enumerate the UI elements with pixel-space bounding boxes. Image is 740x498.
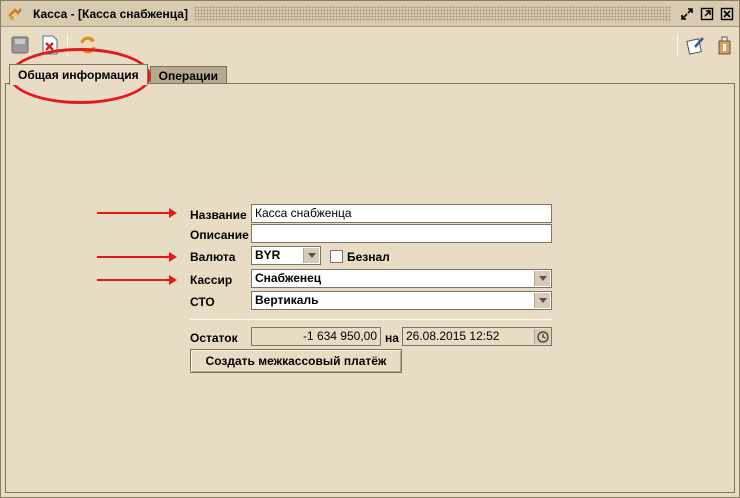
description-input[interactable] (251, 224, 552, 243)
cashless-label: Безнал (347, 250, 390, 264)
window-title: Касса - [Касса снабженца] (29, 4, 192, 23)
toolbar-separator (67, 34, 68, 56)
annotation-arrow (97, 208, 177, 218)
delete-document-icon[interactable] (39, 34, 61, 56)
cashless-checkbox[interactable] (330, 250, 343, 263)
tab-bar: Общая информация Операции (9, 64, 228, 85)
cashier-label: Кассир (190, 273, 233, 287)
sto-value: Вертикаль (255, 293, 319, 307)
main-window: Касса - [Касса снабженца] Общая информац… (0, 0, 740, 498)
cashier-select[interactable]: Снабженец (251, 269, 552, 288)
info-icon[interactable] (713, 34, 735, 56)
close-icon[interactable] (719, 6, 735, 22)
tab-operations[interactable]: Операции (149, 66, 228, 84)
balance-label: Остаток (190, 331, 238, 345)
refresh-icon[interactable] (77, 34, 99, 56)
section-divider (190, 319, 552, 320)
title-bar: Касса - [Касса снабженца] (1, 1, 739, 27)
description-label: Описание (190, 228, 249, 242)
title-bar-grip (193, 5, 671, 22)
dropdown-arrow-icon[interactable] (534, 271, 550, 286)
currency-label: Валюта (190, 250, 236, 264)
currency-value: BYR (255, 248, 281, 262)
save-icon[interactable] (9, 34, 31, 56)
edit-notes-icon[interactable] (685, 34, 707, 56)
sto-select[interactable]: Вертикаль (251, 291, 552, 310)
toolbar (1, 28, 739, 62)
dropdown-arrow-icon[interactable] (303, 248, 319, 263)
toolbar-separator (677, 34, 678, 56)
tab-panel-general (5, 83, 735, 493)
calendar-clock-icon[interactable] (534, 329, 550, 344)
balance-value: -1 634 950,00 (251, 327, 381, 346)
annotation-arrow (97, 275, 177, 285)
date-value: 26.08.2015 12:52 (406, 329, 500, 343)
date-field[interactable]: 26.08.2015 12:52 (402, 327, 552, 346)
currency-select[interactable]: BYR (251, 246, 321, 265)
maximize-icon[interactable] (699, 6, 715, 22)
cashier-value: Снабженец (255, 271, 322, 285)
name-label: Название (190, 208, 247, 222)
dropdown-arrow-icon[interactable] (534, 293, 550, 308)
on-label: на (385, 331, 399, 345)
name-input[interactable]: Касса снабженца (251, 204, 552, 223)
app-icon (7, 6, 23, 22)
annotation-arrow (97, 252, 177, 262)
sto-label: СТО (190, 295, 215, 309)
tab-general-info[interactable]: Общая информация (9, 64, 148, 85)
restore-icon[interactable] (679, 6, 695, 22)
create-payment-button[interactable]: Создать межкассовый платёж (190, 349, 402, 373)
